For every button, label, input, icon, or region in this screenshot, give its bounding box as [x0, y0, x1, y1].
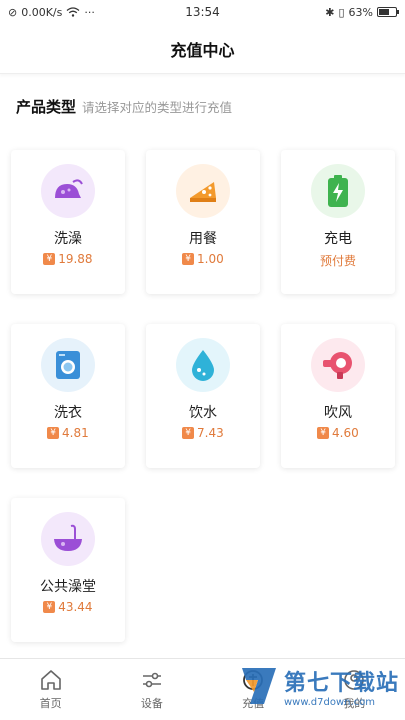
product-grid: 洗澡 ¥ 19.88 用餐 ¥ 1.00 充电 预付费 洗衣 ¥ 4.81 饮水…: [11, 150, 395, 642]
water-drop-icon: [192, 350, 214, 381]
section-hint: 请选择对应的类型进行充值: [82, 100, 233, 115]
product-card-water[interactable]: 饮水 ¥ 7.43: [146, 324, 260, 468]
product-name: 公共澡堂: [40, 579, 96, 595]
yen-badge: ¥: [47, 427, 59, 439]
watermark-title: 第七下载站: [283, 670, 399, 696]
hair-dryer-icon: [323, 352, 352, 379]
product-card-meal[interactable]: 用餐 ¥ 1.00: [146, 150, 260, 294]
icon-circle: [41, 512, 95, 566]
icon-circle: [41, 338, 95, 392]
watermark-text: 第七下载站 www.d7down.com: [284, 665, 399, 708]
bluetooth-icon: ✱: [325, 5, 335, 19]
product-card-shower[interactable]: 洗澡 ¥ 19.88: [11, 150, 125, 294]
no-sim-icon: ⊘: [8, 5, 18, 19]
icon-circle: [176, 164, 230, 218]
battery-icon: [377, 7, 399, 17]
tab-label: 首页: [39, 697, 62, 710]
product-name: 吹风: [324, 405, 352, 421]
product-price: ¥ 4.60: [317, 426, 359, 440]
product-price: ¥ 43.44: [43, 600, 93, 614]
product-name: 洗澡: [54, 231, 82, 247]
icon-circle: [41, 164, 95, 218]
product-name: 洗衣: [54, 405, 82, 421]
price-value: 43.44: [58, 600, 93, 614]
product-price: ¥ 7.43: [182, 426, 224, 440]
watermark-logo-icon: [241, 668, 276, 704]
tab-home[interactable]: 首页: [16, 668, 86, 711]
page-title: 充值中心: [170, 40, 235, 60]
watermark: 第七下载站 www.d7down.com: [238, 664, 399, 708]
status-left: ⊘ 0.00K/s ···: [8, 6, 95, 19]
tab-label: 设备: [140, 697, 163, 710]
yen-badge: ¥: [182, 253, 194, 265]
yen-badge: ¥: [182, 427, 194, 439]
washing-machine-icon: [56, 351, 80, 379]
product-name: 饮水: [189, 405, 217, 421]
watermark-url: www.d7down.com: [283, 696, 376, 708]
product-name: 充电: [324, 231, 352, 247]
status-right: ✱ ▯ 63%: [325, 5, 399, 19]
price-value: 7.43: [197, 426, 224, 440]
wifi-icon: [66, 7, 80, 17]
price-value: 1.00: [197, 252, 224, 266]
product-name: 用餐: [189, 231, 217, 247]
yen-badge: ¥: [43, 253, 56, 265]
meal-icon: [190, 182, 216, 202]
product-price: ¥ 1.00: [182, 252, 224, 266]
product-price: ¥ 4.81: [47, 426, 89, 440]
vibrate-icon: ▯: [338, 5, 345, 19]
product-card-charge[interactable]: 充电 预付费: [281, 150, 395, 294]
product-card-laundry[interactable]: 洗衣 ¥ 4.81: [11, 324, 125, 468]
icon-circle: [311, 164, 365, 218]
home-icon: [40, 670, 61, 690]
more-icon: ···: [84, 5, 95, 19]
price-value: 19.88: [58, 252, 93, 266]
product-card-hairdryer[interactable]: 吹风 ¥ 4.60: [281, 324, 395, 468]
product-card-bathhouse[interactable]: 公共澡堂 ¥ 43.44: [11, 498, 125, 642]
price-value: 预付费: [319, 254, 356, 268]
yen-badge: ¥: [317, 427, 329, 439]
battery-charge-icon: [328, 175, 348, 207]
tab-devices[interactable]: 设备: [117, 668, 187, 711]
section-title: 产品类型: [16, 98, 77, 116]
price-value: 4.81: [62, 426, 89, 440]
shower-icon: [55, 179, 83, 198]
network-speed: 0.00K/s: [21, 5, 63, 19]
product-price: ¥ 19.88: [43, 252, 93, 266]
icon-circle: [176, 338, 230, 392]
sliders-icon: [142, 672, 161, 688]
bathhouse-icon: [54, 524, 82, 551]
icon-circle: [311, 338, 365, 392]
section-header: 产品类型 请选择对应的类型进行充值: [16, 96, 232, 117]
page-header: 充值中心: [0, 24, 405, 74]
price-value: 4.60: [332, 426, 359, 440]
status-bar: ⊘ 0.00K/s ··· 13:54 ✱ ▯ 63%: [0, 0, 405, 24]
battery-percent: 63%: [348, 5, 373, 19]
yen-badge: ¥: [43, 601, 56, 613]
product-price: 预付费: [320, 252, 356, 269]
